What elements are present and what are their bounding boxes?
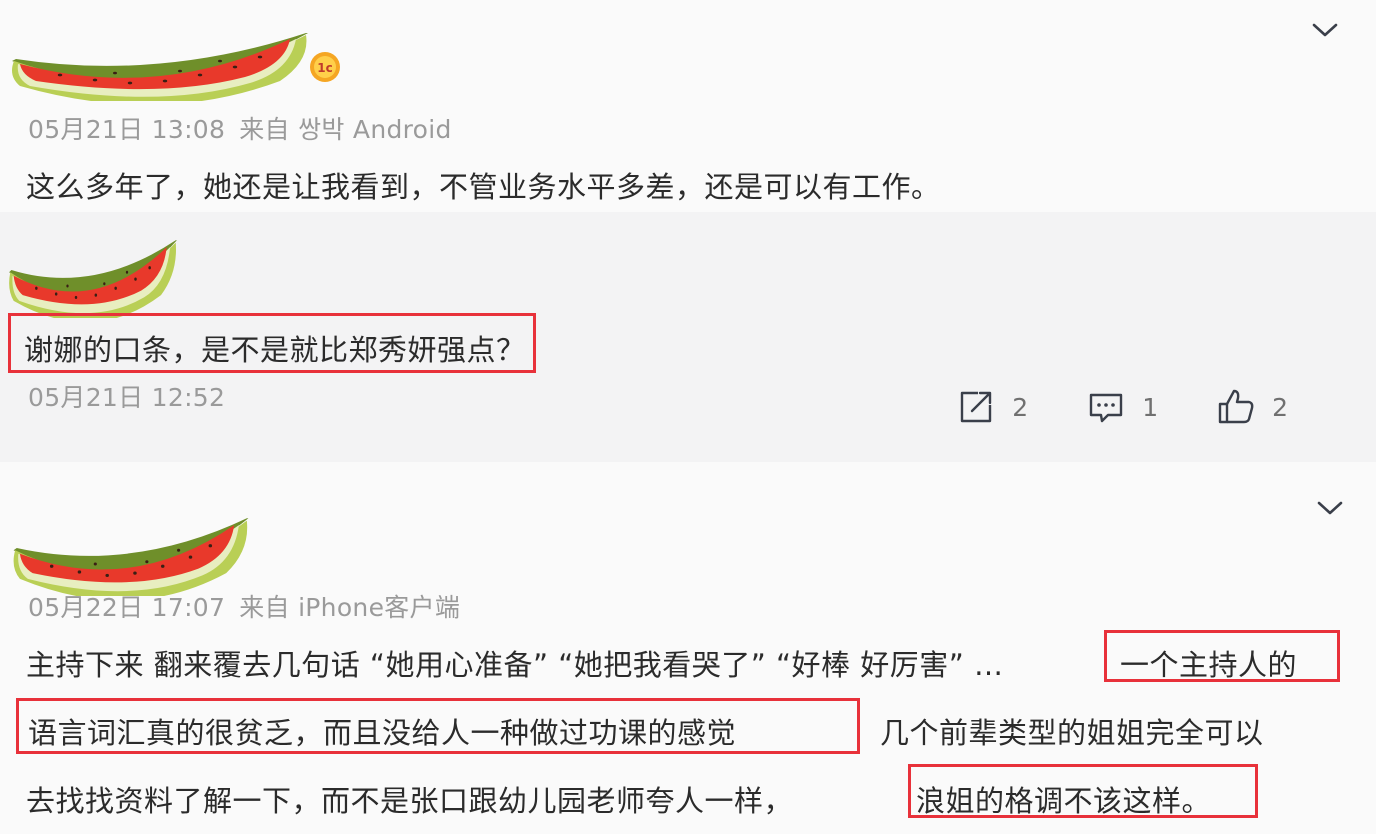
comment-date: 05月21日 12:52 xyxy=(28,383,226,412)
avatar[interactable] xyxy=(8,238,178,318)
comment-text: 这么多年了，她还是让我看到，不管业务水平多差，还是可以有工作。 xyxy=(26,170,941,204)
comment-source: 来自 iPhone客户端 xyxy=(239,593,461,622)
comment-actions: 2 1 2 xyxy=(898,387,1288,427)
comment-text: 谢娜的口条，是不是就比郑秀妍强点？ xyxy=(24,333,526,367)
comment-text-plain: 几个前辈类型的姐姐完全可以 xyxy=(880,716,1264,750)
comment-date: 05月22日 17:07 xyxy=(28,593,226,622)
avatar[interactable] xyxy=(10,26,310,106)
comment-item-2: 谢娜的口条，是不是就比郑秀妍强点？ 05月21日 12:52 2 1 2 xyxy=(0,212,1376,462)
comment-item-3: 05月22日 17:07 来自 iPhone客户端 主持下来 翻来覆去几句话 “她… xyxy=(0,462,1376,834)
comment-text-plain: 主持下来 翻来覆去几句话 “她用心准备” “她把我看哭了” “好棒 好厉害” … xyxy=(26,648,1004,682)
svg-text:1c: 1c xyxy=(317,61,332,75)
share-count: 2 xyxy=(1012,392,1029,422)
comment-meta: 05月22日 17:07 来自 iPhone客户端 xyxy=(28,588,474,624)
comment-text-highlight: 语言词汇真的很贫乏，而且没给人一种做过功课的感觉 xyxy=(28,716,737,750)
chevron-down-icon[interactable] xyxy=(1316,498,1344,518)
comment-item-1: 1c 05月21日 13:08 来自 쌍박 Android 这么多年了，她还是让我… xyxy=(0,0,1376,212)
chevron-down-icon[interactable] xyxy=(1311,20,1339,40)
comment-source: 来自 쌍박 Android xyxy=(239,115,452,144)
avatar[interactable] xyxy=(12,516,250,596)
comment-text-highlight: 一个主持人的 xyxy=(1120,648,1298,682)
vip-badge-icon: 1c xyxy=(310,52,340,82)
comment-date: 05月21日 13:08 xyxy=(28,115,226,144)
comment-meta: 05月21日 12:52 xyxy=(28,378,239,414)
comment-icon xyxy=(1089,393,1123,423)
comment-text-line-1: 主持下来 翻来覆去几句话 “她用心准备” “她把我看哭了” “好棒 好厉害” … xyxy=(26,642,1003,684)
like-count: 2 xyxy=(1272,392,1288,422)
comment-text-highlight: 浪姐的格调不该这样。 xyxy=(916,784,1212,818)
comment-button[interactable]: 1 xyxy=(1086,387,1158,427)
thumbs-up-icon xyxy=(1218,389,1254,424)
share-icon xyxy=(961,391,992,423)
share-button[interactable]: 2 xyxy=(956,387,1028,427)
comment-count: 1 xyxy=(1142,392,1159,422)
like-button[interactable]: 2 xyxy=(1216,387,1288,427)
comment-meta: 05月21日 13:08 来自 쌍박 Android xyxy=(28,110,466,146)
comment-text-plain: 去找找资料了解一下，而不是张口跟幼儿园老师夸人一样， xyxy=(26,784,794,818)
